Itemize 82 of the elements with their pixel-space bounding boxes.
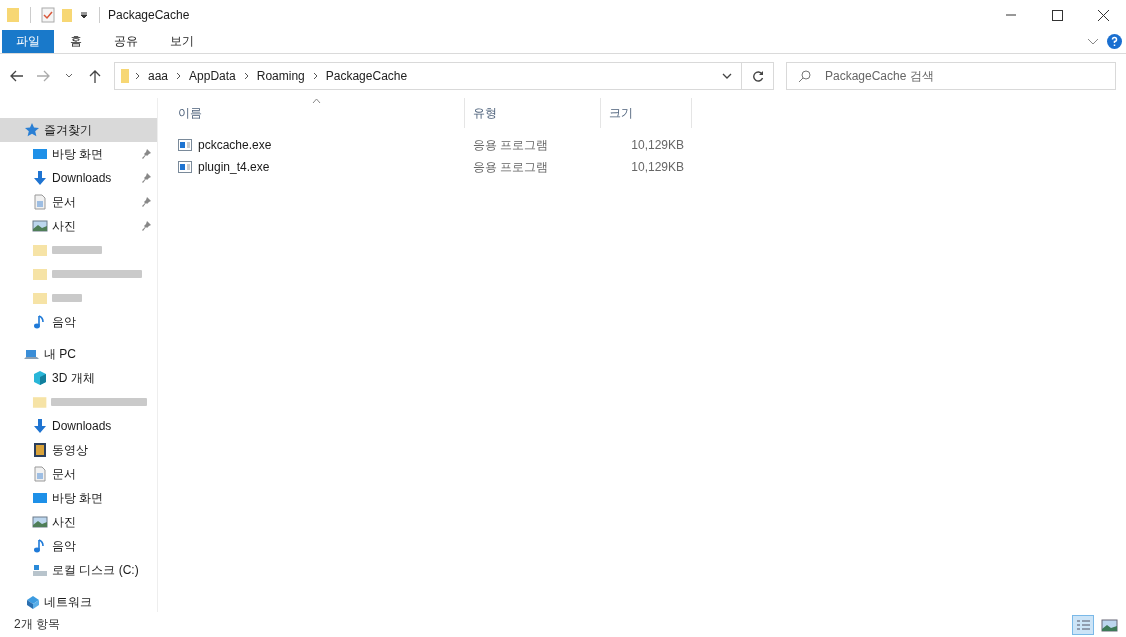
application-icon [178, 161, 192, 173]
document-icon [32, 194, 48, 210]
breadcrumb[interactable]: aaa [146, 69, 171, 83]
sidebar-item[interactable]: 내 PC [0, 342, 157, 366]
chevron-icon [312, 72, 318, 80]
chevron-icon [135, 72, 140, 80]
ribbon-tab[interactable]: 보기 [154, 30, 210, 53]
breadcrumb[interactable]: PackageCache [323, 69, 410, 83]
folder-icon [6, 6, 20, 24]
sidebar-item[interactable]: 문서 [0, 462, 157, 486]
folder-icon [32, 394, 48, 410]
breadcrumb[interactable]: AppData [187, 69, 238, 83]
breadcrumb[interactable]: Roaming [254, 69, 307, 83]
column-header[interactable]: 이름 [170, 98, 465, 128]
cube-icon [32, 370, 48, 386]
large-icons-view-icon [1100, 617, 1118, 632]
sidebar-item[interactable]: 바탕 화면 [0, 486, 157, 510]
blurred-label [52, 246, 102, 254]
pin-icon [142, 173, 151, 183]
caret-icon[interactable] [65, 73, 73, 79]
blurred-label [52, 294, 82, 302]
search-field[interactable]: PackageCache 검색 [786, 62, 1116, 90]
landscape-icon [32, 218, 48, 234]
pin-icon [142, 221, 151, 231]
folder-icon [32, 242, 48, 258]
file-size: 10,129KB [630, 160, 685, 174]
file-size: 10,129KB [630, 138, 685, 152]
refresh-icon [751, 70, 764, 82]
window-title: PackageCache [108, 8, 190, 22]
back-icon[interactable] [10, 70, 24, 82]
close-icon [1096, 9, 1110, 21]
sidebar-item[interactable]: 네트워크 [0, 590, 157, 612]
monitor-icon [32, 490, 48, 506]
film-icon [32, 442, 48, 458]
network-icon [24, 594, 40, 610]
sidebar-item[interactable]: 음악 [0, 534, 157, 558]
monitor-icon [32, 146, 48, 162]
view-toggle[interactable] [1072, 614, 1094, 635]
folder-icon [32, 290, 48, 306]
sidebar-item[interactable]: 음악 [0, 310, 157, 334]
down-arrow-icon [32, 418, 48, 434]
details-view-icon [1074, 617, 1092, 632]
pin-icon [142, 149, 151, 159]
landscape-icon [32, 514, 48, 530]
ribbon-tab[interactable]: 홈 [54, 30, 98, 53]
sidebar-item[interactable]: Downloads [0, 166, 157, 190]
document-icon [32, 466, 48, 482]
sidebar-item[interactable]: 사진 [0, 510, 157, 534]
sidebar-item[interactable]: 동영상 [0, 438, 157, 462]
caret-icon[interactable] [722, 73, 732, 79]
pin-icon [142, 197, 151, 207]
ribbon-tab[interactable]: 공유 [98, 30, 154, 53]
maximize-icon [1050, 9, 1064, 21]
file-type: 응용 프로그램 [472, 158, 550, 176]
ribbon-tab[interactable]: 파일 [2, 30, 54, 53]
forward-icon[interactable] [36, 70, 50, 82]
down-arrow-icon [32, 170, 48, 186]
sidebar-item[interactable]: 3D 개체 [0, 366, 157, 390]
expand-ribbon-icon[interactable] [1087, 37, 1099, 46]
up-icon[interactable] [89, 69, 101, 83]
item-count: 2개 항목 [14, 616, 60, 633]
sidebar-item[interactable]: 즐겨찾기 [0, 118, 157, 142]
sidebar-item[interactable]: 문서 [0, 190, 157, 214]
column-header[interactable]: 유형 [465, 98, 601, 128]
sidebar-item[interactable]: Downloads [0, 414, 157, 438]
application-icon [178, 139, 192, 151]
file-name[interactable]: pckcache.exe [198, 138, 272, 152]
chevron-icon [243, 72, 249, 80]
sidebar-item[interactable]: 로컬 디스크 (C:) [0, 558, 157, 582]
sidebar-item[interactable]: 사진 [0, 214, 157, 238]
file-type: 응용 프로그램 [472, 136, 550, 154]
folder-icon [121, 69, 129, 83]
chevron-icon [176, 72, 182, 80]
drive-icon [32, 562, 48, 578]
column-header[interactable]: 크기 [601, 98, 692, 128]
properties-icon[interactable] [41, 7, 55, 23]
file-name[interactable]: plugin_t4.exe [198, 160, 270, 174]
folder-icon [32, 266, 48, 282]
sidebar-item[interactable]: 바탕 화면 [0, 142, 157, 166]
dropdown-icon[interactable] [79, 10, 89, 20]
star-icon [24, 122, 40, 138]
help-icon[interactable] [1107, 34, 1122, 49]
